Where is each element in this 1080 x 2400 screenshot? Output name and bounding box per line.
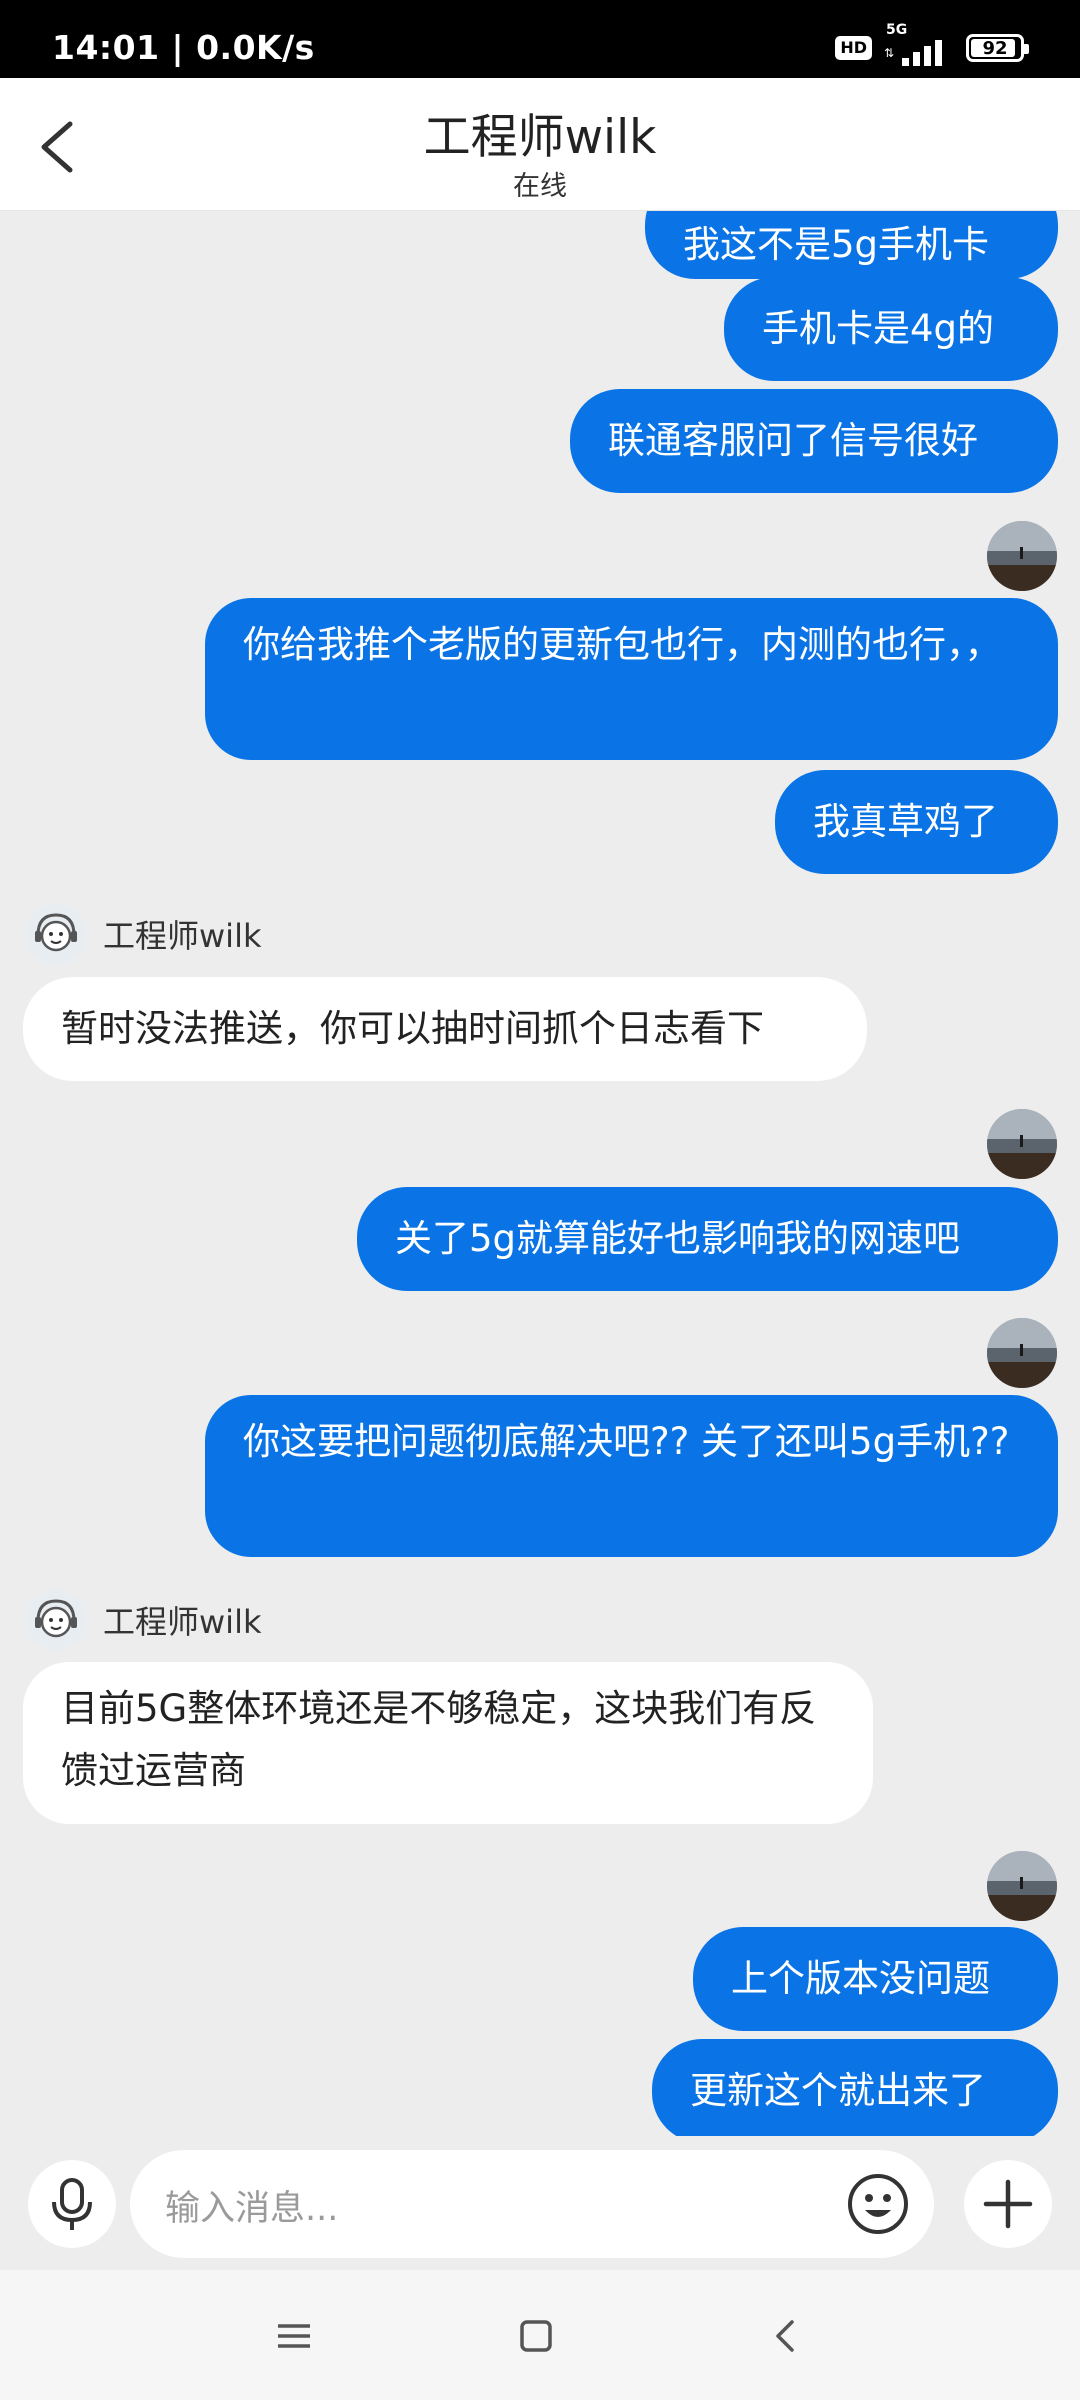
voice-button[interactable] bbox=[28, 2160, 116, 2248]
agent-avatar[interactable] bbox=[25, 1589, 87, 1651]
message-text: 联通客服问了信号很好 bbox=[608, 419, 978, 462]
system-nav-bar bbox=[0, 2270, 1080, 2400]
emoji-button[interactable] bbox=[844, 2170, 912, 2238]
my-avatar[interactable] bbox=[987, 1109, 1057, 1179]
outgoing-message[interactable]: 联通客服问了信号很好 bbox=[570, 389, 1058, 493]
outgoing-message[interactable]: 更新这个就出来了 bbox=[652, 2039, 1058, 2136]
beach-photo-avatar bbox=[987, 521, 1057, 591]
beach-photo-avatar bbox=[987, 1851, 1057, 1921]
support-agent-icon bbox=[25, 1589, 87, 1651]
menu-icon bbox=[278, 2324, 310, 2348]
page-title: 工程师wilk bbox=[423, 110, 657, 165]
chat-header: 工程师wilk 在线 bbox=[0, 78, 1080, 211]
message-text: 你给我推个老版的更新包也行，内测的也行，， bbox=[243, 623, 1002, 666]
network-type: 5G bbox=[886, 22, 908, 38]
message-text: 你这要把问题彻底解决吧?? 关了还叫5g手机?? bbox=[243, 1420, 1010, 1463]
plus-icon bbox=[983, 2179, 1033, 2229]
message-text: 我真草鸡了 bbox=[813, 800, 998, 843]
agent-avatar[interactable] bbox=[25, 903, 87, 965]
outgoing-message[interactable]: 我真草鸡了 bbox=[775, 770, 1058, 874]
input-bar: 输入消息... bbox=[0, 2136, 1080, 2270]
emoji-icon bbox=[848, 2174, 908, 2234]
nav-back-button[interactable] bbox=[758, 2308, 814, 2364]
message-text: 上个版本没问题 bbox=[731, 1957, 990, 2000]
menu-button[interactable] bbox=[266, 2308, 322, 2364]
more-button[interactable] bbox=[964, 2160, 1052, 2248]
agent-name: 工程师wilk bbox=[103, 917, 262, 955]
status-bar: 14:01 | 0.0K/s HD 5G ⇅ 92 bbox=[0, 0, 1080, 78]
outgoing-message[interactable]: 你这要把问题彻底解决吧?? 关了还叫5g手机?? bbox=[205, 1395, 1058, 1557]
message-list[interactable]: 我这不是5g手机卡 手机卡是4g的 联通客服问了信号很好 你给我推个老版的更新包… bbox=[0, 211, 1080, 2136]
status-time: 14:01 | 0.0K/s bbox=[52, 28, 315, 67]
support-agent-icon bbox=[25, 903, 87, 965]
agent-header: 工程师wilk bbox=[25, 1588, 262, 1652]
my-avatar[interactable] bbox=[987, 1851, 1057, 1921]
my-avatar[interactable] bbox=[987, 1318, 1057, 1388]
signal-icon: 5G ⇅ bbox=[884, 22, 954, 68]
outgoing-message[interactable]: 我这不是5g手机卡 bbox=[645, 211, 1058, 279]
microphone-icon bbox=[52, 2178, 92, 2230]
hd-badge: HD bbox=[835, 36, 872, 60]
home-button[interactable] bbox=[508, 2308, 564, 2364]
back-triangle-icon bbox=[776, 2320, 794, 2352]
message-text: 更新这个就出来了 bbox=[690, 2069, 986, 2112]
outgoing-message[interactable]: 你给我推个老版的更新包也行，内测的也行，， bbox=[205, 598, 1058, 760]
home-square-icon bbox=[520, 2320, 552, 2352]
message-text: 关了5g就算能好也影响我的网速吧 bbox=[395, 1217, 961, 1260]
message-text: 手机卡是4g的 bbox=[762, 307, 995, 350]
incoming-message[interactable]: 暂时没法推送，你可以抽时间抓个日志看下 bbox=[23, 977, 867, 1081]
battery-icon: 92 bbox=[966, 34, 1029, 62]
message-input-placeholder: 输入消息... bbox=[165, 2189, 339, 2229]
my-avatar[interactable] bbox=[987, 521, 1057, 591]
agent-name: 工程师wilk bbox=[103, 1603, 262, 1641]
beach-photo-avatar bbox=[987, 1109, 1057, 1179]
beach-photo-avatar bbox=[987, 1318, 1057, 1388]
status-icons: HD 5G ⇅ 92 bbox=[835, 22, 1029, 68]
outgoing-message[interactable]: 上个版本没问题 bbox=[693, 1927, 1058, 2031]
message-text: 目前5G整体环境还是不够稳定，这块我们有反馈过运营商 bbox=[61, 1687, 817, 1792]
message-input[interactable]: 输入消息... bbox=[130, 2150, 934, 2258]
incoming-message[interactable]: 目前5G整体环境还是不够稳定，这块我们有反馈过运营商 bbox=[23, 1662, 873, 1824]
outgoing-message[interactable]: 关了5g就算能好也影响我的网速吧 bbox=[357, 1187, 1058, 1291]
outgoing-message[interactable]: 手机卡是4g的 bbox=[724, 277, 1058, 381]
online-status: 在线 bbox=[513, 171, 567, 202]
message-text: 我这不是5g手机卡 bbox=[683, 223, 990, 266]
agent-header: 工程师wilk bbox=[25, 902, 262, 966]
battery-level: 92 bbox=[982, 37, 1008, 59]
message-text: 暂时没法推送，你可以抽时间抓个日志看下 bbox=[61, 1007, 764, 1050]
